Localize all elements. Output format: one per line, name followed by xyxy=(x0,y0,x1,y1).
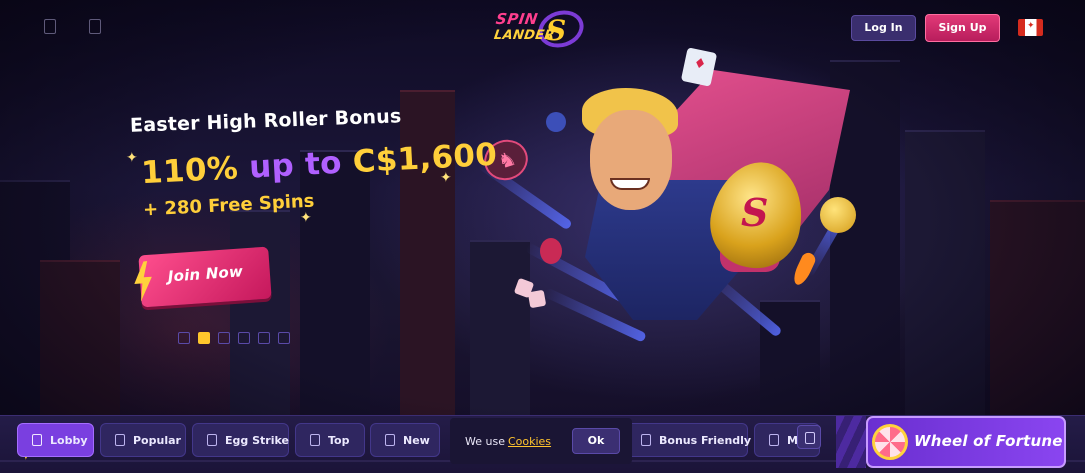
new-icon xyxy=(385,434,395,446)
carousel-dot[interactable] xyxy=(258,332,270,344)
login-button[interactable]: Log In xyxy=(851,15,916,41)
dice-icon xyxy=(527,289,547,309)
category-label: New xyxy=(403,433,430,447)
category-label: Bonus Friendly xyxy=(659,433,752,447)
cookie-notice: We use Cookies Ok xyxy=(450,418,632,464)
carousel-dots xyxy=(178,332,290,344)
promo-cap: C$1,600 xyxy=(351,136,499,181)
top-icon xyxy=(310,434,320,446)
lobby-icon xyxy=(32,434,42,446)
category-tab-egg-strike[interactable]: Egg Strike xyxy=(192,423,289,457)
search-icon[interactable] xyxy=(89,19,101,34)
more-icon xyxy=(769,434,779,446)
cookie-text: We use xyxy=(465,434,505,448)
fortune-wheel-icon xyxy=(872,424,908,460)
bonus-friendly-icon xyxy=(641,434,651,446)
category-label: Top xyxy=(328,433,350,447)
category-tab-popular[interactable]: Popular xyxy=(100,423,186,457)
carousel-dot[interactable] xyxy=(278,332,290,344)
cookies-link[interactable]: Cookies xyxy=(508,435,551,448)
category-tab-bonus-friendly[interactable]: Bonus Friendly xyxy=(626,423,752,457)
sparkle-icon: ✦ xyxy=(126,150,138,166)
egg-decor-icon xyxy=(546,112,566,132)
egg-decor-icon xyxy=(540,238,562,264)
carousel-dot[interactable] xyxy=(178,332,190,344)
carousel-dot-active[interactable] xyxy=(198,332,210,344)
menu-icon[interactable] xyxy=(44,19,56,34)
coin-icon xyxy=(820,197,856,233)
wheel-of-fortune-button[interactable]: Wheel of Fortune xyxy=(866,416,1066,468)
scroll-right-icon[interactable] xyxy=(797,425,821,449)
carousel-dot[interactable] xyxy=(218,332,230,344)
egg-logo-mark: S xyxy=(741,190,769,235)
canada-flag-icon[interactable]: ✦ xyxy=(1018,19,1043,36)
logo-text-spin: SPIN xyxy=(494,10,540,28)
join-now-button[interactable]: Join Now xyxy=(138,246,272,308)
join-now-label: Join Now xyxy=(167,262,244,286)
promo-percent: 110% xyxy=(140,150,240,192)
site-logo[interactable]: S SPIN LANDER xyxy=(488,4,596,54)
signup-button[interactable]: Sign Up xyxy=(925,14,1000,42)
category-label: Egg Strike xyxy=(225,433,289,447)
egg-strike-icon xyxy=(207,434,217,446)
hero-head xyxy=(590,110,672,210)
logo-text-lander: LANDER xyxy=(492,28,556,43)
category-label: Popular xyxy=(133,433,181,447)
category-tab-top[interactable]: Top xyxy=(295,423,365,457)
category-tab-new[interactable]: New xyxy=(370,423,440,457)
carousel-dot[interactable] xyxy=(238,332,250,344)
sparkle-icon: ✦ xyxy=(440,170,452,186)
category-tab-lobby[interactable]: Lobby xyxy=(17,423,94,457)
promo-up-to: up to xyxy=(248,144,343,186)
cookie-ok-button[interactable]: Ok xyxy=(572,428,620,454)
category-label: Lobby xyxy=(50,433,88,447)
sparkle-icon: ✦ xyxy=(300,210,312,226)
wheel-of-fortune-label: Wheel of Fortune xyxy=(914,432,1063,450)
wheel-promo-stripes xyxy=(836,416,866,468)
popular-icon xyxy=(115,434,125,446)
hero-smile xyxy=(610,178,650,190)
